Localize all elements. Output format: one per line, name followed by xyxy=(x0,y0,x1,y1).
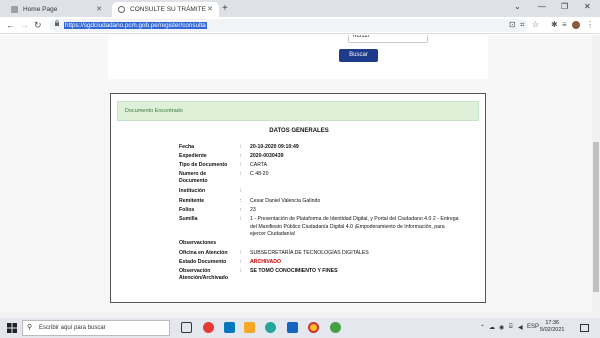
search-icon: ⚲ xyxy=(27,324,33,331)
reading-list-icon[interactable]: ≡ xyxy=(562,20,567,29)
success-alert: Documento Encontrado xyxy=(117,101,479,121)
network-icon[interactable]: ⌸ xyxy=(509,324,513,331)
url-field[interactable]: https://sgdciudadano.pcm.gob.pe/register… xyxy=(50,19,528,32)
taskbar-search-input[interactable]: ⚲ Escribir aquí para buscar xyxy=(22,320,170,336)
result-card: Documento Encontrado DATOS GENERALES Fec… xyxy=(110,93,486,303)
edge-icon[interactable] xyxy=(265,322,276,333)
tab-bar: Home Page ✕ CONSULTE SU TRÁMITE ✕ + ⌄ — … xyxy=(0,0,600,17)
restore-icon[interactable]: ❐ xyxy=(561,2,568,11)
page-icon xyxy=(11,6,18,13)
language-indicator[interactable]: ESP xyxy=(527,324,539,330)
taskbar: ⚲ Escribir aquí para buscar ⌃ ☁ ◉ ⌸ ◀ ES… xyxy=(0,318,600,338)
menu-icon[interactable]: ⋮ xyxy=(586,20,594,29)
lock-icon xyxy=(55,20,59,26)
star-icon[interactable]: ☆ xyxy=(532,20,539,29)
tray-app-icon[interactable]: ◉ xyxy=(499,324,504,331)
clock[interactable]: 17:36 5/02/2021 xyxy=(540,320,564,334)
mail-icon[interactable] xyxy=(224,322,235,333)
word-icon[interactable] xyxy=(287,322,298,333)
extensions-icon[interactable]: ✱ xyxy=(551,20,558,29)
page-content: M312F Buscar Documento Encontrado DATOS … xyxy=(0,35,592,312)
app-icon[interactable] xyxy=(203,322,214,333)
forward-icon[interactable]: → xyxy=(20,20,29,30)
search-card: M312F Buscar xyxy=(108,35,488,79)
reload-icon[interactable]: ↻ xyxy=(34,20,42,31)
volume-icon[interactable]: ◀ xyxy=(518,324,523,331)
cast-icon[interactable]: ⌗ xyxy=(520,20,525,30)
close-tab-icon[interactable]: ✕ xyxy=(207,5,213,13)
chrome-profile-icon[interactable] xyxy=(330,322,341,333)
file-explorer-icon[interactable] xyxy=(244,322,255,333)
document-code-input[interactable]: M312F xyxy=(348,35,428,43)
tab-label: Home Page xyxy=(23,6,58,13)
close-window-icon[interactable]: ✕ xyxy=(584,2,591,11)
back-icon[interactable]: ← xyxy=(6,20,15,30)
notifications-icon[interactable] xyxy=(580,324,589,332)
task-view-icon[interactable] xyxy=(181,322,192,333)
avatar[interactable] xyxy=(572,21,580,29)
globe-icon xyxy=(118,6,125,13)
tab-home-page[interactable]: Home Page ✕ xyxy=(5,2,108,17)
close-tab-icon[interactable]: ✕ xyxy=(96,5,102,13)
chrome-icon[interactable] xyxy=(308,322,319,333)
translate-icon[interactable]: ⊡ xyxy=(509,20,516,29)
minimize-icon[interactable]: — xyxy=(538,2,546,11)
chevron-up-icon[interactable]: ⌃ xyxy=(480,324,485,331)
chevron-down-icon[interactable]: ⌄ xyxy=(514,2,521,11)
tab-label: CONSULTE SU TRÁMITE xyxy=(130,6,206,13)
section-title: DATOS GENERALES xyxy=(269,128,329,134)
tab-consulte-tramite[interactable]: CONSULTE SU TRÁMITE ✕ xyxy=(112,2,219,17)
cloud-icon[interactable]: ☁ xyxy=(489,324,495,331)
status-badge: ARCHIVADO xyxy=(250,259,282,265)
search-button[interactable]: Buscar xyxy=(339,49,378,62)
scrollbar-thumb[interactable] xyxy=(593,142,599,292)
new-tab-icon[interactable]: + xyxy=(222,3,228,14)
windows-start-icon[interactable] xyxy=(7,323,17,333)
